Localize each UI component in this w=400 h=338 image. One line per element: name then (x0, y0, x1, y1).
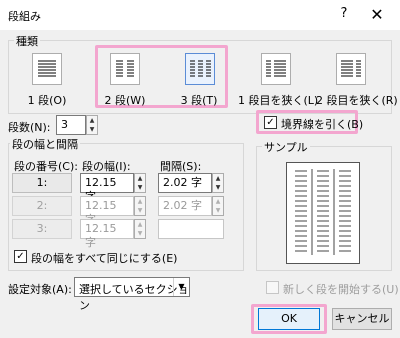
col-spacing-1-spinner[interactable]: ▲ ▼ (212, 173, 224, 193)
line-between-label: 境界線を引く(B) (281, 118, 364, 131)
three-columns-icon (190, 60, 211, 77)
preview-page (286, 162, 360, 264)
two-columns-icon (116, 60, 134, 77)
chevron-down-icon[interactable]: ▼ (173, 278, 189, 296)
col-width-3-spinner: ▲ ▼ (134, 219, 146, 239)
preset-right-narrow-label: 2 段目を狭く(R) (316, 94, 398, 107)
num-columns-label: 段数(N): (8, 121, 51, 134)
equal-width-label: 段の幅をすべて同じにする(E) (31, 252, 178, 265)
apply-to-label: 設定対象(A): (8, 283, 72, 296)
preset-two-columns-button[interactable] (110, 53, 140, 85)
preset-left-narrow-label: 1 段目を狭く(L) (238, 94, 319, 107)
close-button[interactable]: ✕ (366, 4, 388, 26)
preset-right-narrow-button[interactable] (336, 53, 366, 85)
preset-two-columns-label: 2 段(W) (104, 94, 146, 107)
preset-one-column-label: 1 段(O) (27, 94, 67, 107)
preview-legend: サンプル (262, 139, 310, 155)
help-button[interactable]: ? (336, 6, 352, 24)
new-column-label: 新しく段を開始する(U) (283, 283, 399, 296)
col-width-1-spinner[interactable]: ▲ ▼ (134, 173, 146, 193)
new-column-checkbox (266, 281, 279, 294)
col-width-2-input: 12.15 字 (80, 196, 134, 226)
col-spacing-1-input[interactable]: 2.02 字 (158, 173, 212, 193)
col-spacing-2-spinner: ▲ ▼ (212, 196, 224, 216)
preset-left-narrow-button[interactable] (261, 53, 291, 85)
col-spacing-3-input (158, 219, 224, 239)
num-columns-input[interactable]: 3 (56, 115, 86, 135)
col-number-header: 段の番号(C): (14, 160, 78, 173)
col-number-1: 1: (12, 173, 72, 193)
right-narrow-icon (341, 60, 361, 77)
col-width-1-input[interactable]: 12.15 字 (80, 173, 134, 203)
col-spacing-header: 間隔(S): (160, 160, 202, 173)
col-width-header: 段の幅(I): (82, 160, 131, 173)
ok-button[interactable]: OK (258, 308, 320, 330)
col-number-2: 2: (12, 196, 72, 216)
col-spacing-2-input: 2.02 字 (158, 196, 212, 216)
col-width-2-spinner: ▲ ▼ (134, 196, 146, 216)
left-narrow-icon (266, 60, 286, 77)
spin-up-icon[interactable]: ▲ (87, 116, 97, 125)
apply-to-select[interactable]: 選択しているセクション ▼ (74, 277, 190, 312)
preset-three-columns-label: 3 段(T) (180, 94, 218, 107)
col-width-3-input: 12.15 字 (80, 219, 134, 249)
preset-three-columns-button[interactable] (185, 53, 215, 85)
presets-legend: 種類 (14, 33, 40, 49)
one-column-icon (38, 60, 56, 77)
line-between-checkbox[interactable]: ✓ (264, 116, 277, 129)
spin-down-icon[interactable]: ▼ (87, 125, 97, 134)
preview-columns-image (295, 169, 351, 255)
equal-width-checkbox[interactable]: ✓ (14, 250, 27, 263)
num-columns-spinner[interactable]: ▲ ▼ (86, 115, 98, 135)
width-spacing-legend: 段の幅と間隔 (10, 136, 80, 152)
dialog-title: 段組み (8, 10, 41, 23)
preset-one-column-button[interactable] (32, 53, 62, 85)
cancel-button[interactable]: キャンセル (332, 308, 392, 330)
col-number-3: 3: (12, 219, 72, 239)
